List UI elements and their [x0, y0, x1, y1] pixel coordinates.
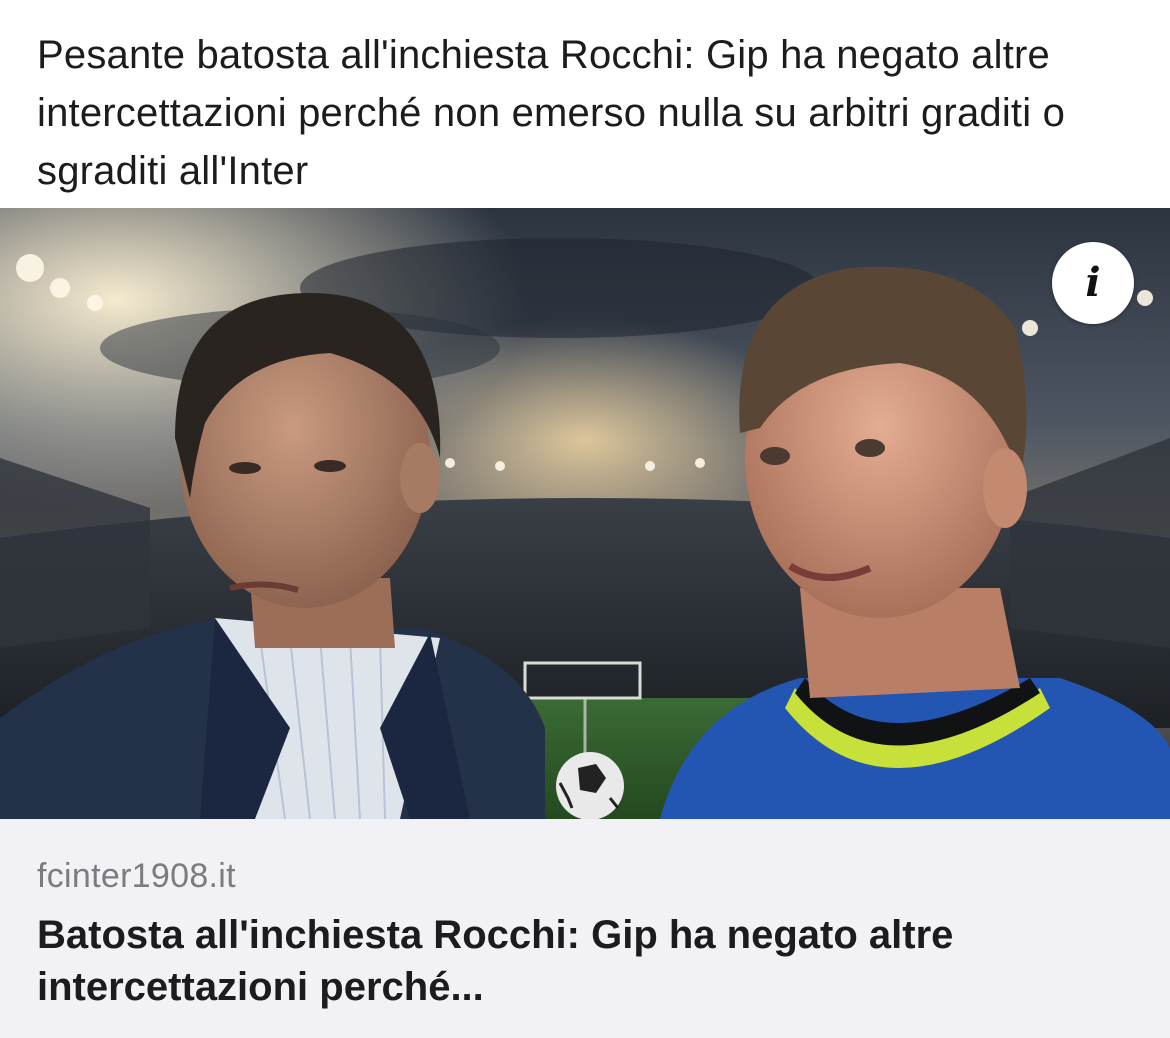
info-icon: i [1085, 259, 1101, 306]
link-preview-footer[interactable]: fcinter1908.it Batosta all'inchiesta Roc… [0, 819, 1170, 1038]
preview-image[interactable]: i [0, 208, 1170, 819]
link-domain: fcinter1908.it [37, 857, 236, 895]
link-preview-card[interactable]: i fcinter1908.it Batosta all'inchiesta R… [0, 208, 1170, 1038]
image-info-button[interactable]: i [1052, 242, 1134, 324]
post-text: Pesante batosta all'inchiesta Rocchi: Gi… [37, 33, 1066, 193]
link-title: Batosta all'inchiesta Rocchi: Gip ha neg… [37, 913, 954, 1009]
